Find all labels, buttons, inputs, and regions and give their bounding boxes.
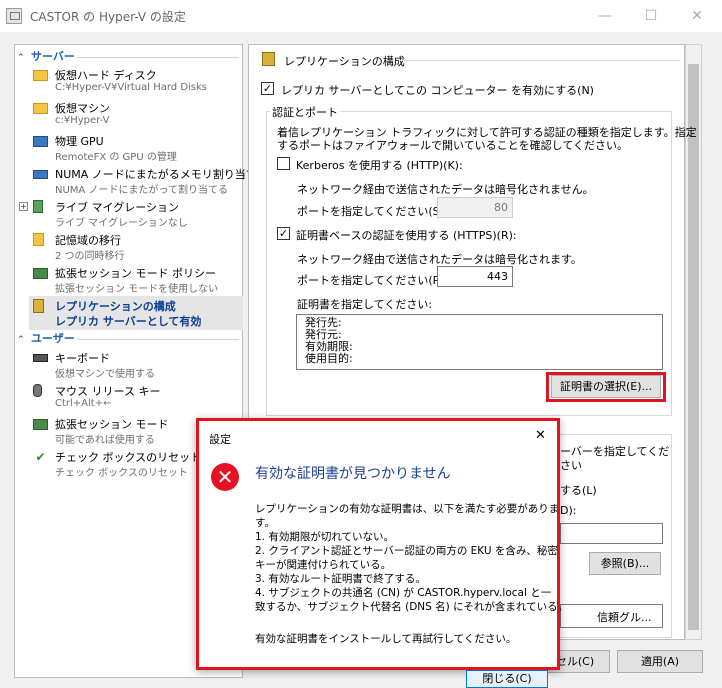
cert-port-label: ポートを指定してください(P): bbox=[297, 274, 448, 287]
location-label-partial: D): bbox=[560, 504, 577, 517]
keyboard-icon bbox=[33, 354, 48, 362]
auth-group-title: 認証とポート bbox=[270, 104, 340, 120]
user-section-header[interactable]: ⌃ ユーザー bbox=[17, 331, 241, 347]
maximize-button[interactable]: ☐ bbox=[628, 0, 674, 32]
tree-item-live-migration[interactable]: + ライブ マイグレーション ライブ マイグレーションなし bbox=[19, 197, 243, 231]
cert-port-input[interactable]: 443 bbox=[437, 266, 513, 287]
trust-table-header: 信頼グル... bbox=[560, 604, 663, 628]
cert-note: ネットワーク経由で送信されたデータは暗号化されます。 bbox=[297, 253, 582, 266]
session-icon bbox=[33, 419, 48, 430]
tree-item-virtual-machines[interactable]: 仮想マシン c:¥Hyper-V bbox=[33, 98, 243, 132]
close-button[interactable]: ✕ bbox=[674, 0, 720, 32]
tree-item-numa[interactable]: NUMA ノードにまたがるメモリ割り当て NUMA ノードにまたがって割り当てる bbox=[33, 164, 257, 198]
scrollbar-thumb[interactable] bbox=[688, 64, 699, 630]
replication-icon bbox=[33, 299, 44, 313]
title-bar: CASTOR の Hyper-V の設定 — ☐ ✕ bbox=[0, 0, 722, 32]
tree-item-enhanced-session-policy[interactable]: 拡張セッション モード ポリシー 拡張セッション モードを使用しない bbox=[33, 263, 243, 297]
tree-item-storage-migration[interactable]: 記憶域の移行 2 つの同時移行 bbox=[33, 230, 243, 264]
replication-icon bbox=[262, 52, 275, 66]
hyperv-settings-icon bbox=[6, 8, 22, 24]
location-input[interactable] bbox=[560, 523, 663, 544]
browse-button[interactable]: 参照(B)... bbox=[589, 552, 661, 575]
numa-icon bbox=[33, 170, 48, 179]
expand-icon[interactable]: + bbox=[19, 202, 28, 211]
migration-icon bbox=[33, 200, 43, 213]
tree-item-keyboard[interactable]: キーボード 仮想マシンで使用する bbox=[33, 348, 243, 382]
gpu-icon bbox=[33, 136, 48, 147]
kerberos-port-label: ポートを指定してください(S): bbox=[297, 205, 448, 218]
cert-details-box: 発行先: 発行元: 有効期限: 使用目的: bbox=[296, 314, 663, 370]
tree-item-virtual-hard-disks[interactable]: 仮想ハード ディスク C:¥Hyper-V¥Virtual Hard Disks bbox=[33, 65, 243, 99]
kerberos-label: Kerberos を使用する (HTTP)(K): bbox=[296, 159, 463, 172]
checkbox-reset-icon: ✔ bbox=[35, 450, 46, 464]
window-title: CASTOR の Hyper-V の設定 bbox=[30, 10, 186, 24]
collapse-icon: ⌃ bbox=[17, 53, 25, 63]
kerberos-port-input[interactable]: 80 bbox=[437, 197, 513, 218]
minimize-button[interactable]: — bbox=[582, 0, 628, 32]
tree-item-replication[interactable]: レプリケーションの構成 レプリカ サーバーとして有効 bbox=[29, 296, 243, 330]
cert-spec-label: 証明書を指定してください: bbox=[297, 298, 433, 311]
cert-auth-label: 証明書ベースの認証を使用する (HTTPS)(R): bbox=[296, 229, 517, 242]
server-section-header[interactable]: ⌃ サーバー bbox=[17, 49, 241, 65]
storage-icon bbox=[33, 233, 44, 246]
apply-button[interactable]: 適用(A) bbox=[617, 650, 703, 673]
dialog-highlight bbox=[196, 418, 560, 670]
section-title: レプリケーションの構成 bbox=[284, 55, 405, 68]
dialog-close-button[interactable]: 閉じる(C) bbox=[466, 670, 548, 688]
auth-description-2: するポートはファイアウォールで開いていることを確認してください。 bbox=[277, 139, 629, 152]
tree-item-physical-gpu[interactable]: 物理 GPU RemoteFX の GPU の管理 bbox=[33, 131, 243, 165]
radio-partial[interactable]: する(L) bbox=[560, 482, 597, 498]
cert-purpose: 使用目的: bbox=[305, 352, 353, 365]
select-cert-highlight bbox=[546, 372, 666, 402]
folder-vm-icon bbox=[33, 103, 48, 114]
kerberos-note: ネットワーク経由で送信されたデータは暗号化されません。 bbox=[297, 183, 594, 196]
cert-auth-checkbox[interactable]: ✓ bbox=[277, 227, 290, 240]
collapse-icon: ⌃ bbox=[17, 335, 25, 345]
enable-replica-checkbox[interactable]: ✓ bbox=[261, 82, 274, 95]
session-policy-icon bbox=[33, 268, 48, 279]
enable-replica-label: レプリカ サーバーとしてこの コンピューター を有効にする(N) bbox=[281, 84, 594, 97]
mouse-icon bbox=[33, 384, 42, 397]
auth-server-text-partial-2: さい bbox=[560, 459, 582, 472]
trust-group-column[interactable]: 信頼グル... bbox=[597, 609, 652, 625]
section-divider bbox=[400, 60, 680, 61]
folder-icon bbox=[33, 70, 48, 81]
kerberos-checkbox[interactable] bbox=[277, 157, 290, 170]
tree-item-mouse-release-key[interactable]: マウス リリース キー Ctrl+Alt+← bbox=[33, 381, 243, 415]
